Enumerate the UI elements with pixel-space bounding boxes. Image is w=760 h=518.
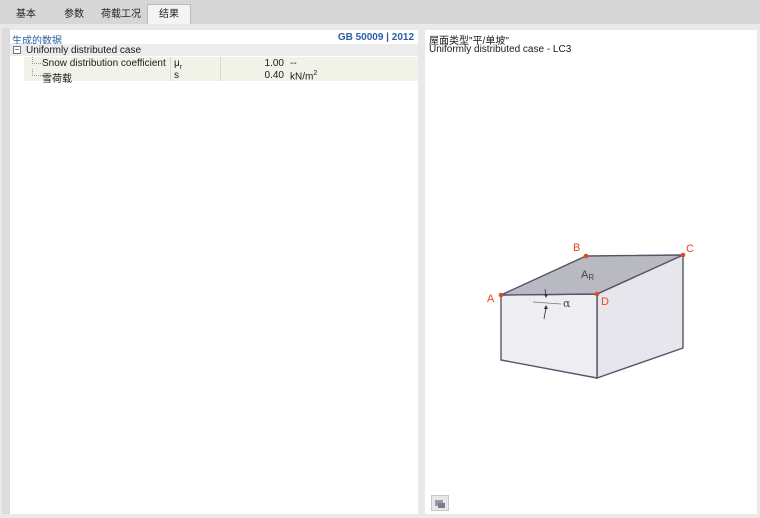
column-divider (170, 69, 171, 81)
label-c: C (686, 243, 694, 255)
label-a: A (487, 293, 495, 305)
angle-label: α (563, 297, 571, 310)
roof-diagram: α AR A B C D (487, 242, 694, 379)
row-name: Snow distribution coefficient (42, 58, 166, 69)
table-row[interactable]: Snow distribution coefficient μr 1.00 -- (24, 57, 418, 71)
row-value: 1.00 (264, 58, 284, 69)
row-unit: -- (290, 58, 297, 69)
column-divider (170, 57, 171, 69)
tab-load-cases[interactable]: 荷载工况 (96, 5, 146, 24)
panel-header: 生成的数据 GB 50009 | 2012 (10, 30, 418, 47)
tab-results[interactable]: 结果 (147, 4, 191, 24)
generated-data-panel: 生成的数据 GB 50009 | 2012 − Uniformly distri… (10, 30, 418, 514)
group-row[interactable]: − Uniformly distributed case (10, 44, 418, 56)
tab-bar: 基本 参数 荷载工况 结果 (0, 0, 760, 24)
print-icon (435, 500, 445, 508)
point-a (498, 292, 504, 298)
label-d: D (601, 296, 609, 308)
row-value: 0.40 (264, 70, 284, 81)
graphic-panel: 屋面类型"平/单坡" Uniformly distributed case - … (425, 30, 757, 514)
row-symbol: s (174, 70, 179, 81)
left-panel-gutter (2, 28, 10, 514)
group-label: Uniformly distributed case (26, 45, 142, 56)
point-b (583, 253, 589, 259)
collapse-icon[interactable]: − (13, 46, 21, 54)
row-name: 雪荷载 (42, 74, 72, 85)
row-unit: kN/m2 (290, 70, 318, 83)
column-divider (220, 57, 221, 69)
point-d (594, 291, 600, 297)
front-wall (500, 293, 598, 379)
table-row[interactable]: 雪荷载 s 0.40 kN/m2 (24, 69, 418, 85)
column-divider (220, 69, 221, 81)
point-c (680, 252, 686, 258)
label-b: B (573, 242, 580, 254)
standard-label: GB 50009 | 2012 (337, 32, 414, 43)
print-button[interactable] (431, 495, 449, 511)
tab-parameters[interactable]: 参数 (54, 5, 94, 24)
tab-basic[interactable]: 基本 (6, 5, 46, 24)
